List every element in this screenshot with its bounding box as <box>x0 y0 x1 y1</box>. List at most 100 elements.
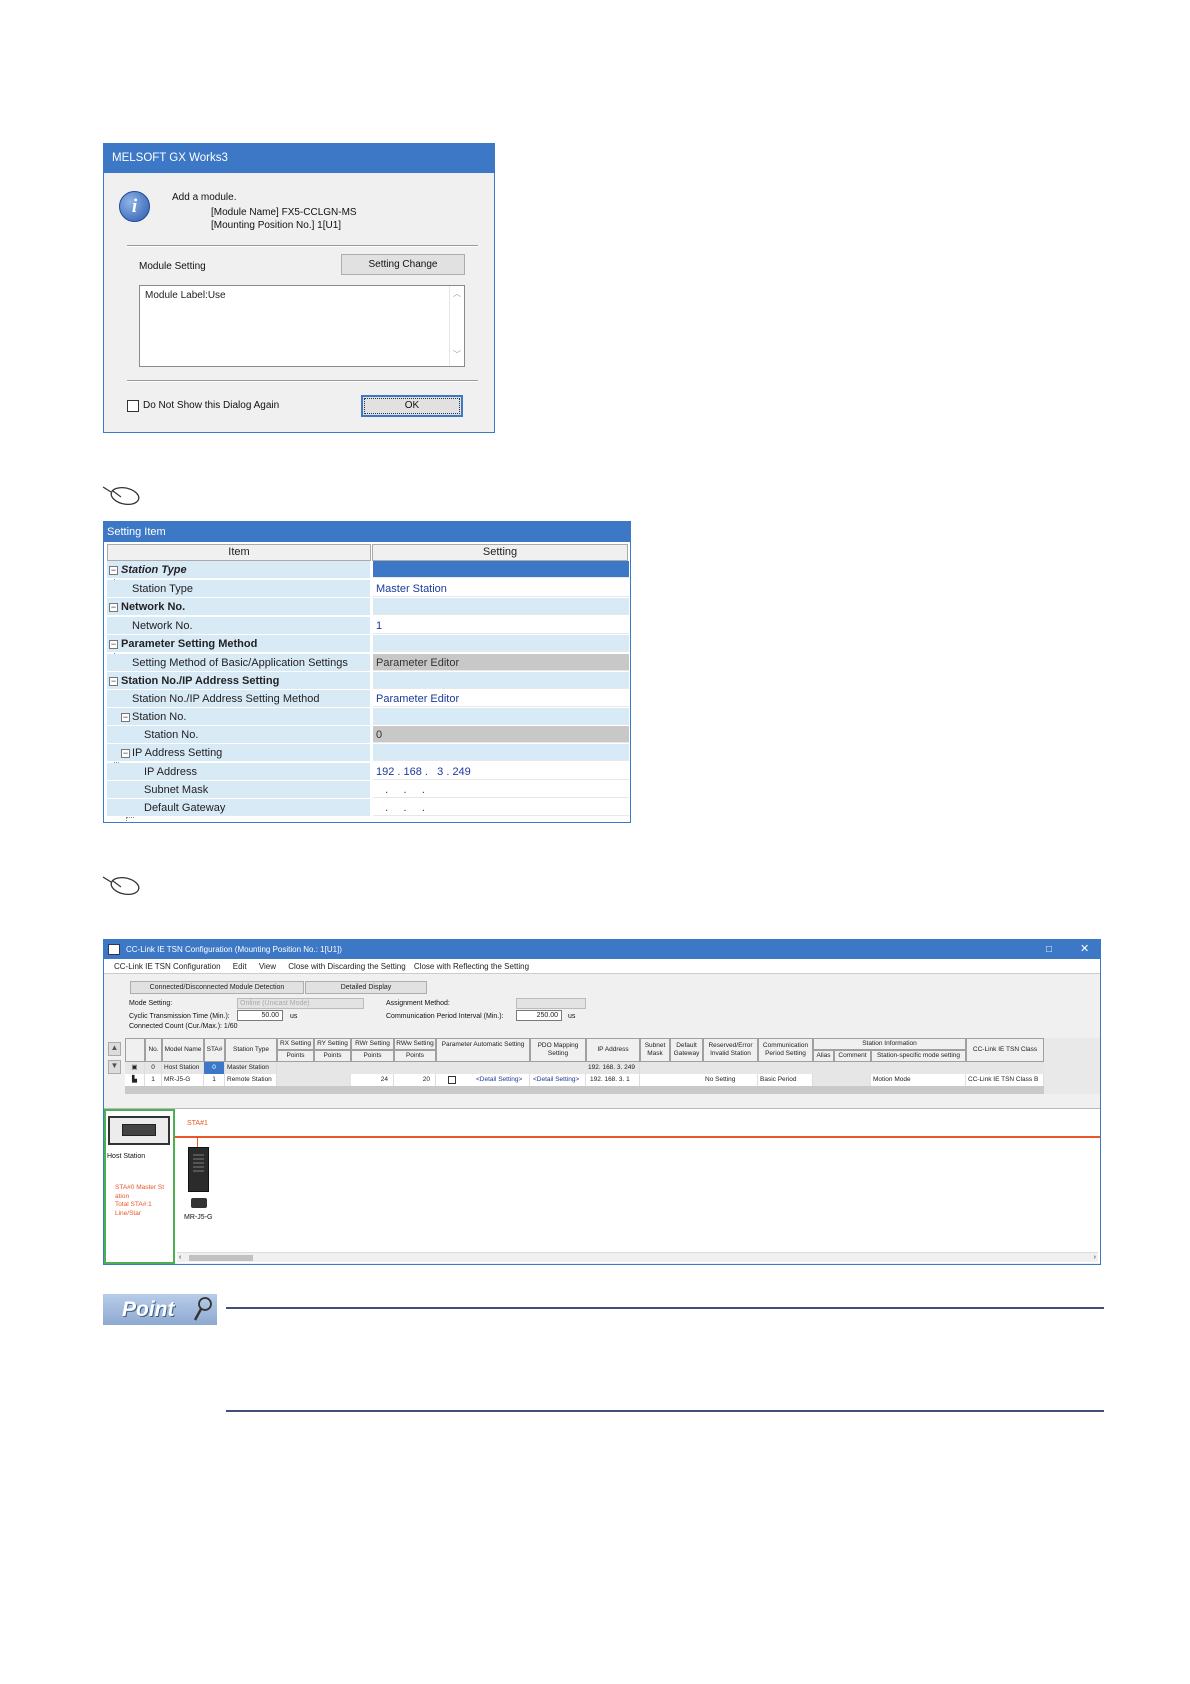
setting-row-ip-address[interactable]: IP Address 192 . 168 . 3 . 249 <box>107 763 629 781</box>
col-rww-points: Points <box>394 1050 436 1062</box>
network-topology-area: Host Station STA#0 Master St ation Total… <box>104 1108 1100 1264</box>
setting-change-button[interactable]: Setting Change <box>341 254 465 275</box>
scroll-left-icon[interactable]: ‹ <box>179 1253 181 1262</box>
comm-period-field[interactable]: 250.00 <box>516 1010 562 1021</box>
setting-row-station-type[interactable]: Station Type Master Station <box>107 580 629 598</box>
move-up-button[interactable]: ▲ <box>108 1042 121 1056</box>
category-station-type[interactable]: − Station Type <box>107 561 629 579</box>
col-rx-points: Points <box>277 1050 314 1062</box>
row-label: Default Gateway <box>144 802 226 814</box>
col-alias: Alias <box>813 1050 834 1062</box>
do-not-show-label: Do Not Show this Dialog Again <box>143 400 280 411</box>
point-label: Point <box>122 1298 175 1321</box>
cell-comm-setting[interactable]: Basic Period <box>758 1074 813 1086</box>
point-badge: Point <box>103 1294 217 1325</box>
row-value[interactable]: Parameter Editor <box>373 690 629 707</box>
close-icon[interactable]: ✕ <box>1080 940 1089 959</box>
host-info-line: Line/Star <box>115 1210 142 1217</box>
mounting-position-text: [Mounting Position No.] 1[U1] <box>211 220 342 231</box>
scrollbar-thumb[interactable] <box>189 1255 253 1261</box>
col-rwr: RWr Setting <box>351 1038 394 1050</box>
col-model: Model Name <box>162 1038 204 1062</box>
dialog-message: Add a module. <box>172 192 237 203</box>
servo-amplifier-icon[interactable] <box>188 1147 209 1192</box>
category-ip-address-setting[interactable]: − IP Address Setting <box>107 744 629 762</box>
cell-rwr-points[interactable]: 24 <box>351 1074 394 1086</box>
cell-ip: 192. 168. 3. 1 <box>586 1074 640 1086</box>
param-auto-checkbox[interactable] <box>448 1076 456 1084</box>
ok-button[interactable]: OK <box>361 395 463 417</box>
row-value <box>373 708 629 725</box>
row-value[interactable]: 1 <box>373 617 629 634</box>
row-value[interactable]: 192 . 168 . 3 . 249 <box>373 763 629 780</box>
row-value[interactable]: . . . <box>373 799 629 816</box>
row-value: 0 <box>373 726 629 743</box>
row-value[interactable]: . . . <box>373 781 629 798</box>
cell-no: 0 <box>145 1062 162 1074</box>
host-info-line: Total STA#:1 <box>115 1201 152 1208</box>
host-station-panel[interactable]: Host Station STA#0 Master St ation Total… <box>104 1109 175 1264</box>
row-label: Station No./IP Address Setting <box>121 675 280 687</box>
cell-specific-mode[interactable]: Motion Mode <box>871 1074 966 1086</box>
category-network-no[interactable]: − Network No. <box>107 598 629 616</box>
do-not-show-checkbox[interactable] <box>127 400 139 412</box>
menu-item-edit[interactable]: Edit <box>233 962 247 971</box>
cell-model: Host Station <box>162 1062 204 1074</box>
setting-row-network-no[interactable]: Network No. 1 <box>107 617 629 635</box>
host-station-icon <box>108 1116 170 1145</box>
col-ry: RY Setting <box>314 1038 351 1050</box>
setting-item-title: Setting Item <box>104 522 630 542</box>
divider <box>127 245 478 247</box>
category-station-ip-setting[interactable]: − Station No./IP Address Setting <box>107 672 629 690</box>
row-label: Parameter Setting Method <box>121 638 258 650</box>
setting-row-station-no[interactable]: Station No. 0 <box>107 726 629 744</box>
pdo-detail-link[interactable]: <Detail Setting> <box>530 1074 586 1086</box>
cyclic-time-field[interactable]: 50.00 <box>237 1010 283 1021</box>
menu-item-view[interactable]: View <box>259 962 276 971</box>
module-label-textbox[interactable]: Module Label:Use ︿ ﹀ <box>139 285 465 367</box>
magnifier-icon <box>193 1297 212 1321</box>
cell-sta[interactable]: 0 <box>204 1062 225 1074</box>
setting-row-station-ip-method[interactable]: Station No./IP Address Setting Method Pa… <box>107 690 629 708</box>
table-spare-area <box>1044 1038 1100 1094</box>
col-param-auto: Parameter Automatic Setting <box>436 1038 530 1062</box>
col-station-info: Station Information <box>813 1038 966 1050</box>
setting-row-default-gateway[interactable]: Default Gateway . . . <box>107 799 629 817</box>
module-detection-button[interactable]: Connected/Disconnected Module Detection <box>130 981 304 994</box>
connected-count: Connected Count (Cur./Max.): 1/60 <box>129 1023 238 1030</box>
horizontal-scrollbar[interactable]: ‹ › <box>177 1252 1098 1262</box>
dialog-title: MELSOFT GX Works3 <box>104 144 494 173</box>
item-column-header: Item <box>107 544 371 561</box>
setting-row-setting-method[interactable]: Setting Method of Basic/Application Sett… <box>107 654 629 672</box>
menu-item-close-reflect[interactable]: Close with Reflecting the Setting <box>414 962 529 971</box>
col-comm-setting: Communication Period Setting <box>758 1038 813 1062</box>
menu-item-close-discard[interactable]: Close with Discarding the Setting <box>288 962 405 971</box>
assignment-method-select[interactable] <box>516 998 586 1009</box>
param-detail-link[interactable]: <Detail Setting> <box>474 1074 530 1086</box>
col-icon <box>125 1038 145 1062</box>
setting-column-header: Setting <box>372 544 628 561</box>
col-subnet: Subnet Mask <box>640 1038 670 1062</box>
cell-sta[interactable]: 1 <box>204 1074 225 1086</box>
mouse-icon <box>102 876 140 895</box>
setting-row-subnet-mask[interactable]: Subnet Mask . . . <box>107 781 629 799</box>
textbox-scrollbar[interactable]: ︿ ﹀ <box>449 286 464 366</box>
cyclic-unit: us <box>290 1013 298 1020</box>
category-station-no[interactable]: − Station No. <box>107 708 629 726</box>
category-parameter-setting-method[interactable]: − Parameter Setting Method <box>107 635 629 653</box>
col-pdo: PDO Mapping Setting <box>530 1038 586 1062</box>
col-specific-mode: Station-specific mode setting <box>871 1050 966 1062</box>
detailed-display-button[interactable]: Detailed Display <box>305 981 427 994</box>
assignment-method-label: Assignment Method: <box>386 1000 450 1007</box>
scroll-right-icon[interactable]: › <box>1094 1253 1096 1262</box>
cell-reserved[interactable]: No Setting <box>703 1074 758 1086</box>
maximize-icon[interactable]: □ <box>1046 940 1052 959</box>
cell-rww-points[interactable]: 20 <box>394 1074 436 1086</box>
mode-setting-select[interactable]: Online (Unicast Mode) <box>237 998 364 1009</box>
row-value[interactable]: Master Station <box>373 580 629 597</box>
menu-item-configuration[interactable]: CC-Link IE TSN Configuration <box>114 962 221 971</box>
row-label: Station No./IP Address Setting Method <box>132 693 320 705</box>
col-rx: RX Setting <box>277 1038 314 1050</box>
row-value <box>373 598 629 615</box>
move-down-button[interactable]: ▼ <box>108 1060 121 1074</box>
